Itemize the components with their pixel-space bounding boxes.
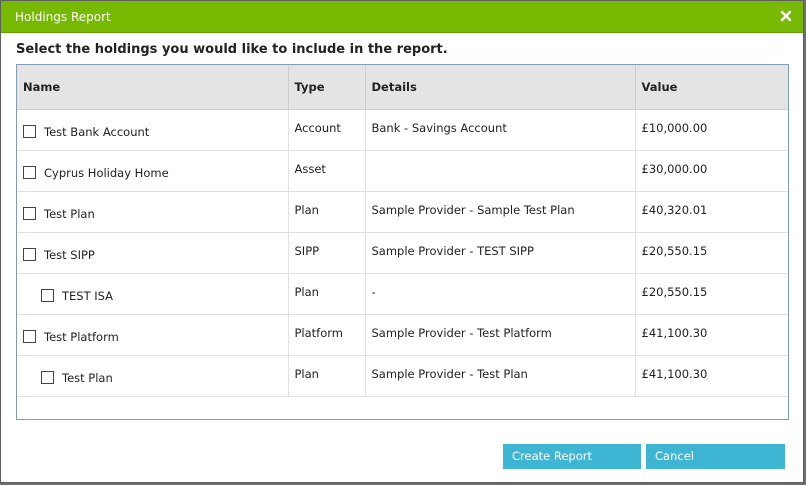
value-cell: £20,550.15 — [635, 273, 788, 315]
details-cell: Sample Provider - Sample Test Plan — [365, 191, 636, 233]
details-cell: - — [365, 273, 636, 315]
type-cell: Platform — [288, 314, 366, 356]
name-cell: Test Plan — [17, 355, 289, 397]
holding-checkbox[interactable] — [23, 248, 36, 261]
table-header-row: Name Type Details Value — [17, 65, 788, 110]
name-cell: Cyprus Holiday Home — [17, 150, 289, 192]
column-header-type[interactable]: Type — [288, 65, 366, 110]
holdings-table: Name Type Details Value Test Bank Accoun… — [17, 65, 788, 397]
value-cell: £40,320.01 — [635, 191, 788, 233]
table-row[interactable]: Test Bank Account Account Bank - Savings… — [17, 109, 788, 151]
holding-name: Test Platform — [44, 329, 119, 344]
column-header-name[interactable]: Name — [17, 65, 289, 110]
type-cell: Plan — [288, 355, 366, 397]
holdings-grid: Name Type Details Value Test Bank Accoun… — [16, 64, 789, 420]
holding-checkbox[interactable] — [23, 166, 36, 179]
details-cell: Sample Provider - Test Platform — [365, 314, 636, 356]
type-cell: Asset — [288, 150, 366, 192]
holding-checkbox[interactable] — [41, 289, 54, 302]
name-cell: TEST ISA — [17, 273, 289, 315]
holding-name: Test Bank Account — [44, 124, 150, 139]
name-cell: Test Plan — [17, 191, 289, 233]
name-cell: Test Bank Account — [17, 109, 289, 151]
holding-checkbox[interactable] — [41, 371, 54, 384]
details-cell — [365, 150, 636, 192]
table-row[interactable]: TEST ISA Plan - £20,550.15 — [17, 273, 788, 315]
value-cell: £30,000.00 — [635, 150, 788, 192]
value-cell: £20,550.15 — [635, 232, 788, 274]
name-cell: Test Platform — [17, 314, 289, 356]
holding-name: TEST ISA — [62, 288, 114, 303]
table-row[interactable]: Test Plan Plan Sample Provider - Test Pl… — [17, 355, 788, 397]
holding-checkbox[interactable] — [23, 125, 36, 138]
cancel-button[interactable]: Cancel — [646, 444, 785, 469]
holding-name: Test SIPP — [44, 247, 95, 262]
column-header-details[interactable]: Details — [365, 65, 636, 110]
type-cell: SIPP — [288, 232, 366, 274]
name-cell: Test SIPP — [17, 232, 289, 274]
details-cell: Bank - Savings Account — [365, 109, 636, 151]
table-row[interactable]: Test Platform Platform Sample Provider -… — [17, 314, 788, 356]
dialog-titlebar: Holdings Report — [1, 1, 803, 33]
instruction-text: Select the holdings you would like to in… — [16, 42, 448, 57]
holding-name: Test Plan — [44, 206, 95, 221]
type-cell: Account — [288, 109, 366, 151]
holding-name: Cyprus Holiday Home — [44, 165, 169, 180]
dialog-title: Holdings Report — [15, 10, 111, 24]
value-cell: £41,100.30 — [635, 314, 788, 356]
value-cell: £10,000.00 — [635, 109, 788, 151]
holding-checkbox[interactable] — [23, 207, 36, 220]
value-cell: £41,100.30 — [635, 355, 788, 397]
create-report-button[interactable]: Create Report — [503, 444, 641, 469]
details-cell: Sample Provider - Test Plan — [365, 355, 636, 397]
type-cell: Plan — [288, 191, 366, 233]
details-cell: Sample Provider - TEST SIPP — [365, 232, 636, 274]
holding-checkbox[interactable] — [23, 330, 36, 343]
close-icon[interactable] — [779, 8, 793, 22]
column-header-value[interactable]: Value — [635, 65, 788, 110]
table-row[interactable]: Cyprus Holiday Home Asset £30,000.00 — [17, 150, 788, 192]
table-row[interactable]: Test SIPP SIPP Sample Provider - TEST SI… — [17, 232, 788, 274]
holding-name: Test Plan — [62, 370, 113, 385]
holdings-report-dialog: Holdings Report Select the holdings you … — [0, 0, 804, 483]
type-cell: Plan — [288, 273, 366, 315]
table-row[interactable]: Test Plan Plan Sample Provider - Sample … — [17, 191, 788, 233]
